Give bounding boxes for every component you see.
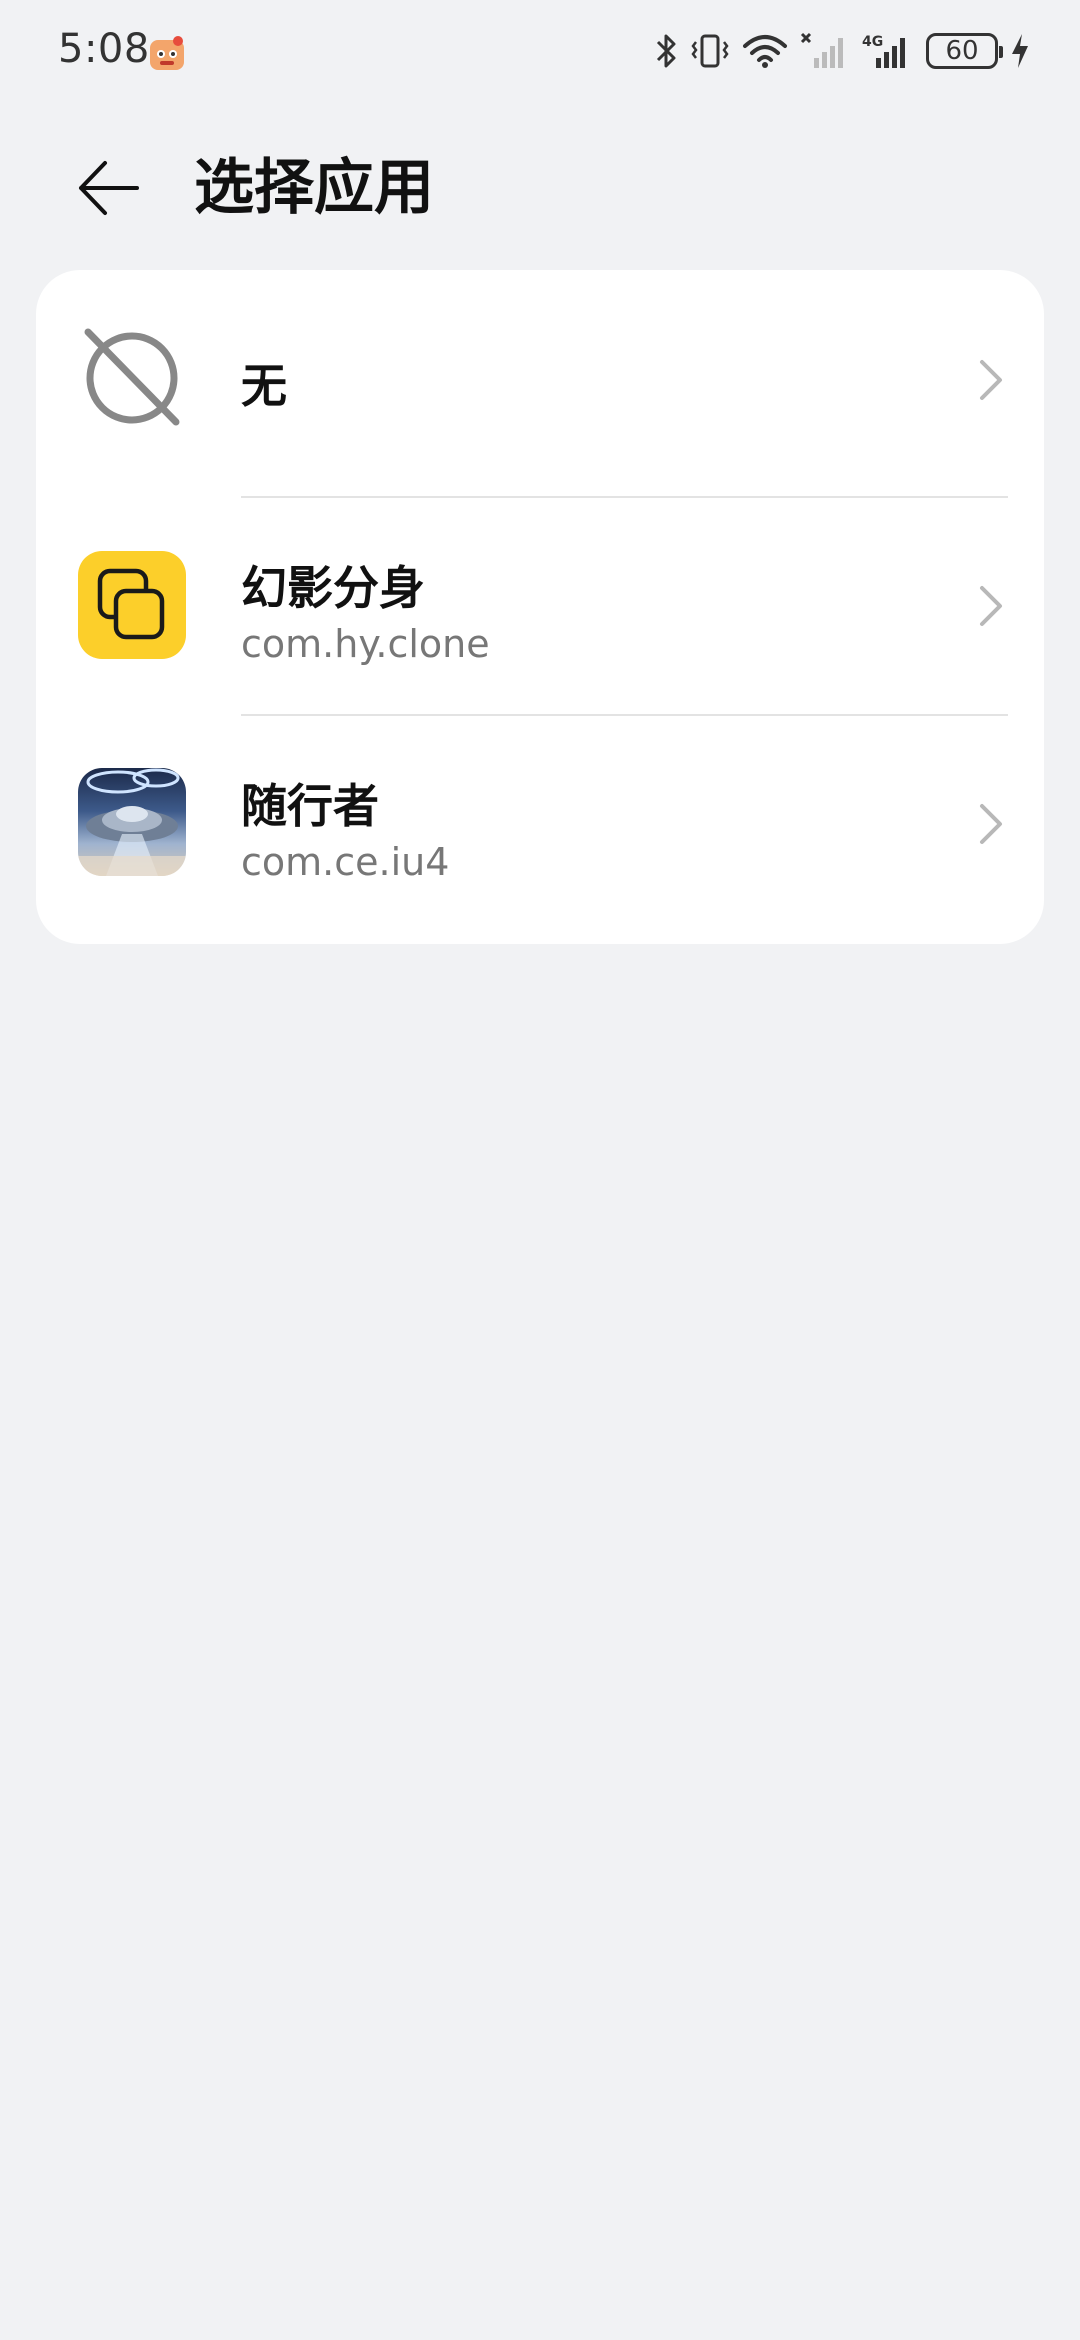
app-list-card: 无 幻影分身 com.hy.clone 随行者 com.ce.iu4 bbox=[36, 270, 1044, 944]
chevron-right-icon bbox=[980, 586, 1002, 626]
status-icons: 4G 60 bbox=[654, 28, 1030, 74]
svg-text:4G: 4G bbox=[862, 34, 883, 50]
app-row-clone[interactable]: 幻影分身 com.hy.clone bbox=[36, 498, 1044, 714]
back-button[interactable] bbox=[70, 150, 146, 226]
header: 选择应用 bbox=[0, 130, 1080, 240]
ufo-app-icon bbox=[78, 768, 186, 876]
app-name: 无 bbox=[241, 359, 287, 413]
app-row-none[interactable]: 无 bbox=[36, 270, 1044, 486]
battery-level: 60 bbox=[945, 36, 979, 66]
bluetooth-icon bbox=[656, 34, 676, 68]
app-name: 幻影分身 bbox=[241, 561, 425, 615]
chevron-right-icon bbox=[980, 360, 1002, 400]
signal-4g-icon: 4G bbox=[862, 34, 905, 68]
status-time: 5:08 bbox=[58, 26, 150, 72]
page-title: 选择应用 bbox=[194, 153, 434, 223]
app-row-companion[interactable]: 随行者 com.ce.iu4 bbox=[36, 716, 1044, 944]
battery-icon: 60 bbox=[926, 33, 1003, 69]
none-slash-icon bbox=[78, 324, 186, 432]
app-package: com.hy.clone bbox=[241, 622, 490, 666]
arrow-left-icon bbox=[79, 161, 139, 215]
vibrate-icon bbox=[691, 34, 729, 68]
app-name: 随行者 bbox=[241, 779, 379, 833]
wifi-icon bbox=[743, 35, 787, 68]
clone-app-icon bbox=[78, 551, 186, 659]
app-package: com.ce.iu4 bbox=[241, 840, 450, 884]
charging-icon bbox=[1012, 34, 1028, 68]
signal-no-sim-icon bbox=[800, 32, 843, 68]
app-notification-icon bbox=[148, 34, 186, 72]
status-bar: 5:08 4G 60 bbox=[0, 0, 1080, 104]
chevron-right-icon bbox=[980, 804, 1002, 844]
